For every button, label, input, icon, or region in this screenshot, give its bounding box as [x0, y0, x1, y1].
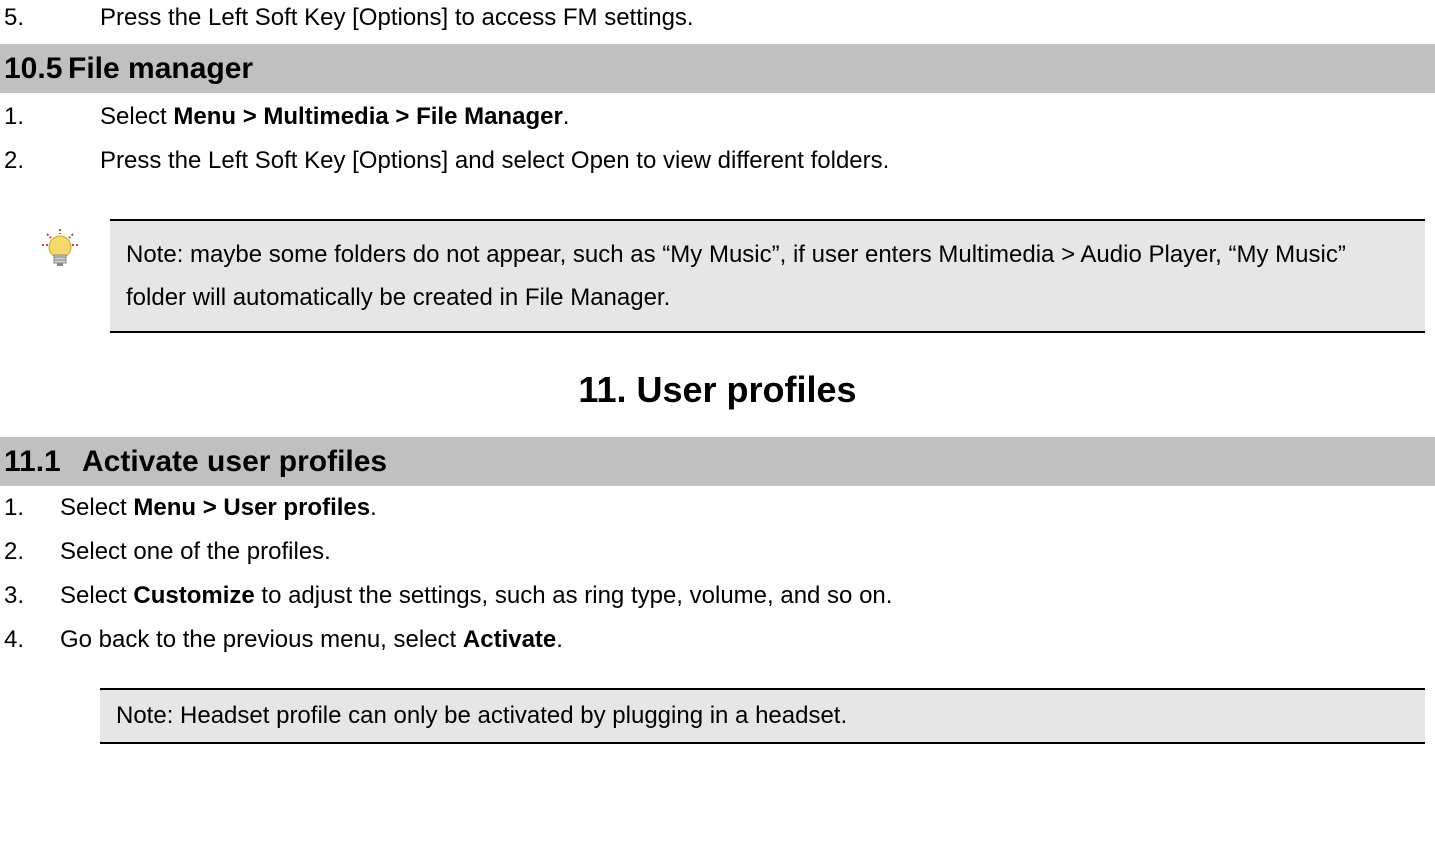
step-text: Press the Left Soft Key [Options] to acc… [100, 0, 1435, 36]
chapter-title: 11. User profiles [0, 363, 1435, 417]
note-text: Note: maybe some folders do not appear, … [110, 219, 1425, 333]
note-text: Note: Headset profile can only be activa… [100, 688, 1425, 744]
section-number: 11.1 [4, 439, 82, 484]
step-number: 2. [0, 534, 60, 570]
step-text: Select Menu > User profiles. [60, 490, 1435, 526]
step-number: 5. [0, 0, 100, 36]
note-block: Note: Headset profile can only be activa… [100, 688, 1425, 744]
step-item: 2. Press the Left Soft Key [Options] and… [0, 143, 1435, 179]
step-item: 4. Go back to the previous menu, select … [0, 622, 1435, 658]
section-title: File manager [68, 46, 253, 91]
step-text: Select Menu > Multimedia > File Manager. [100, 99, 1435, 135]
step-text: Select one of the profiles. [60, 534, 1435, 570]
step-text: Press the Left Soft Key [Options] and se… [100, 143, 1435, 179]
step-item: 1. Select Menu > User profiles. [0, 490, 1435, 526]
lightbulb-icon [10, 219, 110, 275]
section-title: Activate user profiles [82, 439, 387, 484]
step-text: Select Customize to adjust the settings,… [60, 578, 1435, 614]
step-number: 4. [0, 622, 60, 658]
step-number: 1. [0, 490, 60, 526]
step-item: 2. Select one of the profiles. [0, 534, 1435, 570]
step-item: 3. Select Customize to adjust the settin… [0, 578, 1435, 614]
step-item: 1. Select Menu > Multimedia > File Manag… [0, 99, 1435, 135]
section-heading-10-5: 10.5 File manager [0, 44, 1435, 93]
section-number: 10.5 [4, 46, 68, 91]
step-number: 2. [0, 143, 100, 179]
note-block: Note: maybe some folders do not appear, … [10, 219, 1425, 333]
section-heading-11-1: 11.1 Activate user profiles [0, 437, 1435, 486]
step-number: 3. [0, 578, 60, 614]
step-number: 1. [0, 99, 100, 135]
step-text: Go back to the previous menu, select Act… [60, 622, 1435, 658]
step-item: 5. Press the Left Soft Key [Options] to … [0, 0, 1435, 36]
